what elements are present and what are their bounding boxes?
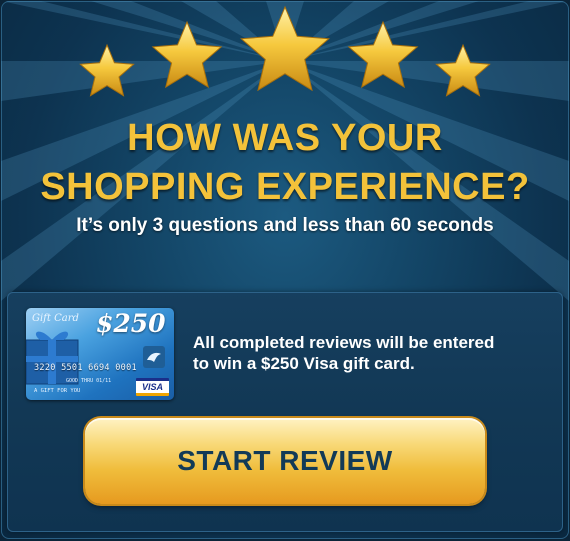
- prize-box: Gift Card $250 3220 5501 6694 0001 GOOD …: [7, 292, 563, 532]
- star-icon: [151, 20, 223, 89]
- subheadline: It’s only 3 questions and less than 60 s…: [76, 215, 494, 236]
- star-icon: [347, 20, 419, 89]
- gift-card-tagline: A GIFT FOR YOU: [34, 388, 81, 394]
- review-invitation-panel: HOW WAS YOUR SHOPPING EXPERIENCE? It’s o…: [1, 1, 569, 539]
- star-icon: [79, 43, 135, 97]
- headline-line-2: SHOPPING EXPERIENCE?: [40, 166, 530, 208]
- visa-logo: VISA: [136, 378, 169, 396]
- star-icon: [435, 43, 491, 97]
- prize-line-1: All completed reviews will be entered: [193, 333, 495, 352]
- dove-icon: [143, 346, 165, 368]
- gift-card-amount: $250: [96, 309, 166, 338]
- start-review-label: START REVIEW: [177, 445, 393, 476]
- headline-line-1: HOW WAS YOUR: [127, 117, 443, 159]
- prize-line-2: to win a $250 Visa gift card.: [193, 354, 415, 373]
- star-icon: [240, 5, 330, 92]
- start-review-button[interactable]: START REVIEW: [85, 418, 485, 504]
- gift-card-good-thru: GOOD THRU 01/11: [66, 378, 112, 384]
- prize-description: All completed reviews will be entered to…: [193, 332, 553, 374]
- rating-stars: [79, 5, 491, 97]
- gift-card-label: Gift Card: [32, 313, 79, 324]
- gift-box-icon: [26, 331, 79, 385]
- gift-card-image: Gift Card $250 3220 5501 6694 0001 GOOD …: [26, 308, 174, 400]
- gift-card-number: 3220 5501 6694 0001: [34, 363, 137, 373]
